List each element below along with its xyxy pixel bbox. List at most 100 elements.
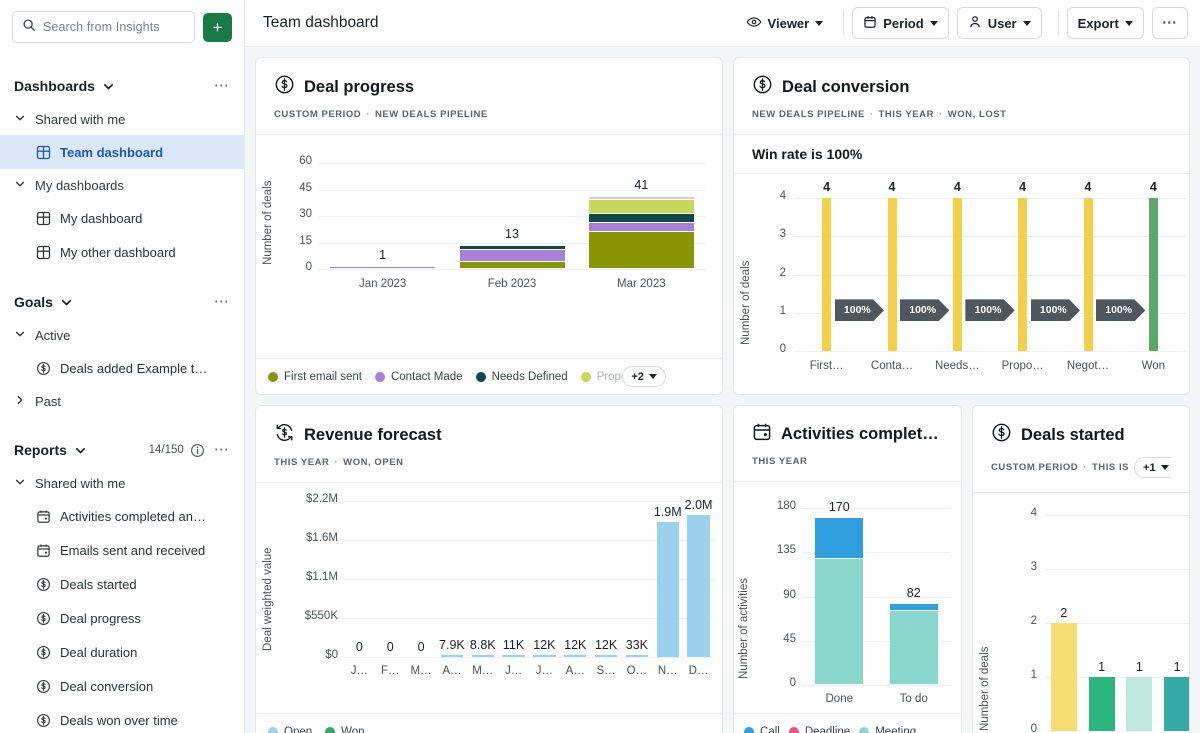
chart-activities-completed[interactable]: Number of activities04590135180170Done82… — [734, 482, 961, 713]
y-axis-label: Number of deals — [262, 159, 274, 265]
sidebar-group-shared-with-me[interactable]: Shared with me — [0, 103, 244, 135]
bar[interactable] — [1149, 198, 1158, 351]
bar-segment[interactable] — [890, 611, 938, 685]
sidebar-group-shared-with-me[interactable]: Shared with me — [0, 467, 244, 499]
bar[interactable] — [1084, 198, 1093, 351]
more-options-button[interactable]: ⋯ — [1152, 7, 1188, 39]
legend-item[interactable]: Call — [744, 726, 780, 733]
period-button[interactable]: Period — [852, 7, 948, 39]
subtitle-part: THIS YEAR — [752, 456, 807, 467]
sidebar-item-deals-started[interactable]: Deals started — [0, 567, 244, 601]
sidebar-group-active[interactable]: Active — [0, 319, 244, 351]
sidebar-item-deal-progress[interactable]: Deal progress — [0, 601, 244, 635]
sidebar-section-menu[interactable]: ⋯ — [214, 81, 230, 91]
bar[interactable] — [822, 198, 831, 351]
chevron-down-icon[interactable] — [102, 80, 115, 93]
sidebar-section-header-reports[interactable]: Reports14/150⋯ — [0, 433, 244, 467]
sidebar-item-my-other-dashboard[interactable]: My other dashboard — [0, 235, 244, 269]
bar[interactable] — [953, 198, 962, 351]
bar-segment[interactable] — [460, 250, 565, 262]
legend-swatch — [859, 727, 869, 733]
bar[interactable] — [533, 655, 555, 657]
chart-deals-started[interactable]: Number of deals012342J…1B…1B…1L… — [973, 493, 1189, 733]
chart-revenue-forecast[interactable]: Deal weighted value$0$550K$1.1M$1.6M$2.2… — [256, 483, 722, 713]
bar[interactable] — [1018, 198, 1027, 351]
sidebar-item-label: My other dashboard — [60, 245, 176, 260]
bar-segment[interactable] — [815, 559, 863, 685]
legend-more-chip[interactable]: +2 — [622, 366, 666, 387]
bar[interactable] — [441, 655, 463, 657]
legend-item[interactable]: Contact Made — [375, 371, 463, 383]
sidebar-section-header-dashboards[interactable]: Dashboards⋯ — [0, 69, 244, 103]
bar-segment[interactable] — [330, 267, 435, 269]
export-button[interactable]: Export — [1067, 7, 1144, 39]
bar-segment[interactable] — [460, 262, 565, 269]
app-root: Search from Insights + Dashboards⋯ Shared… — [0, 0, 1200, 733]
bar-segment[interactable] — [890, 604, 938, 611]
chart-deal-conversion[interactable]: Number of deals012344First…4Conta…4Needs… — [734, 174, 1189, 394]
sidebar-item-my-dashboard[interactable]: My dashboard — [0, 201, 244, 235]
subtitle-more-chip[interactable]: +1 — [1134, 457, 1171, 478]
bar[interactable] — [1164, 677, 1189, 731]
legend-swatch — [476, 372, 486, 382]
bar[interactable] — [564, 655, 586, 657]
legend-item[interactable]: Propo — [581, 371, 628, 383]
subtitle-more-label: +1 — [1143, 462, 1156, 474]
add-button[interactable]: + — [203, 13, 232, 42]
sidebar-item-deal-duration[interactable]: Deal duration — [0, 635, 244, 669]
bar-segment[interactable] — [589, 197, 694, 201]
sidebar-item-deals-won-over-time[interactable]: Deals won over time — [0, 703, 244, 733]
info-icon[interactable] — [190, 443, 205, 458]
bar[interactable] — [595, 655, 617, 657]
sidebar-item-activities-completed-an[interactable]: Activities completed an… — [0, 499, 244, 533]
bar[interactable] — [1089, 677, 1115, 731]
dashboard-row-1: Deal progress CUSTOM PERIOD · NEW DEALS … — [255, 57, 1190, 395]
legend-item[interactable]: Won — [325, 726, 364, 733]
bar-segment[interactable] — [589, 223, 694, 232]
export-label: Export — [1078, 16, 1119, 31]
y-tick-label: $1.6M — [280, 532, 338, 544]
legend-item[interactable]: Needs Defined — [476, 371, 568, 383]
user-button[interactable]: User — [957, 7, 1042, 39]
bar[interactable] — [888, 198, 897, 351]
bar[interactable] — [687, 515, 709, 657]
sidebar-item-deals-added-example-t[interactable]: Deals added Example t… — [0, 351, 244, 385]
legend-item[interactable]: Open — [268, 726, 312, 733]
sidebar-section-menu[interactable]: ⋯ — [214, 297, 230, 307]
bar-segment[interactable] — [589, 232, 694, 269]
bar-segment[interactable] — [589, 214, 694, 223]
sidebar-section-header-goals[interactable]: Goals⋯ — [0, 285, 244, 319]
y-tick-label: 4 — [764, 190, 786, 202]
legend-item[interactable]: First email sent — [268, 371, 362, 383]
bar-value-label: 4 — [993, 180, 1053, 194]
bar[interactable] — [1126, 677, 1152, 731]
chart-deal-progress[interactable]: Number of deals0153045601Jan 202313Feb 2… — [256, 135, 722, 358]
subtitle-part: NEW DEALS PIPELINE — [375, 109, 488, 120]
legend-item[interactable]: Meeting — [859, 726, 916, 733]
bar[interactable] — [657, 522, 679, 657]
chevron-down-icon[interactable] — [60, 296, 73, 309]
y-axis-label: Number of activities — [738, 502, 750, 679]
bar[interactable] — [626, 655, 648, 657]
sidebar-group-past[interactable]: Past — [0, 385, 244, 417]
bar[interactable] — [472, 655, 494, 657]
sidebar-group-label: Shared with me — [35, 112, 125, 127]
subtitle-separator: · — [1083, 462, 1087, 473]
bar[interactable] — [502, 655, 524, 657]
sidebar-item-team-dashboard[interactable]: Team dashboard — [0, 135, 244, 169]
sidebar-item-emails-sent-and-received[interactable]: Emails sent and received — [0, 533, 244, 567]
chevron-down-icon[interactable] — [74, 444, 87, 457]
bar-segment[interactable] — [460, 246, 565, 250]
subtitle-part: WON, OPEN — [343, 457, 403, 468]
bar[interactable] — [1051, 623, 1077, 731]
search-input[interactable]: Search from Insights — [12, 11, 195, 43]
bar-segment[interactable] — [815, 518, 863, 559]
legend-item[interactable]: Deadline — [789, 726, 850, 733]
sidebar-item-deal-conversion[interactable]: Deal conversion — [0, 669, 244, 703]
gridline — [1045, 569, 1189, 570]
viewer-dropdown[interactable]: Viewer — [734, 14, 836, 33]
sidebar-group-my-dashboards[interactable]: My dashboards — [0, 169, 244, 201]
sidebar-section-menu[interactable]: ⋯ — [214, 445, 230, 455]
sidebar-item-label: Team dashboard — [60, 145, 163, 160]
bar-segment[interactable] — [589, 200, 694, 214]
